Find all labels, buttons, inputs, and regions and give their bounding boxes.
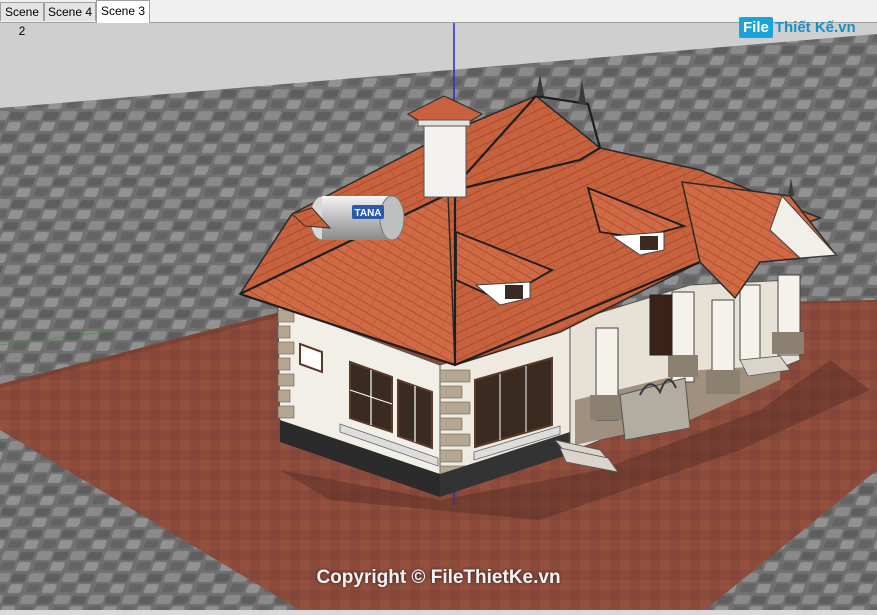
window-left-3 [397, 378, 433, 450]
water-tank: TANA [309, 195, 405, 241]
3d-viewport[interactable]: TANA [0, 22, 877, 610]
tab-scene-4[interactable]: Scene 4 [44, 2, 96, 21]
logo-rest-text: Thiết Kế.vn [774, 18, 856, 36]
tab-scene-3[interactable]: Scene 3 [96, 0, 150, 23]
logo-box-text: File [739, 16, 773, 38]
tab-scene-2[interactable]: Scene 2 [0, 2, 44, 38]
filethietke-logo: File Thiết Kế.vn [739, 14, 856, 40]
tank-label: TANA [354, 208, 381, 219]
scene-render: TANA [0, 22, 877, 610]
copyright-watermark: Copyright © FileThietKe.vn [316, 567, 561, 588]
